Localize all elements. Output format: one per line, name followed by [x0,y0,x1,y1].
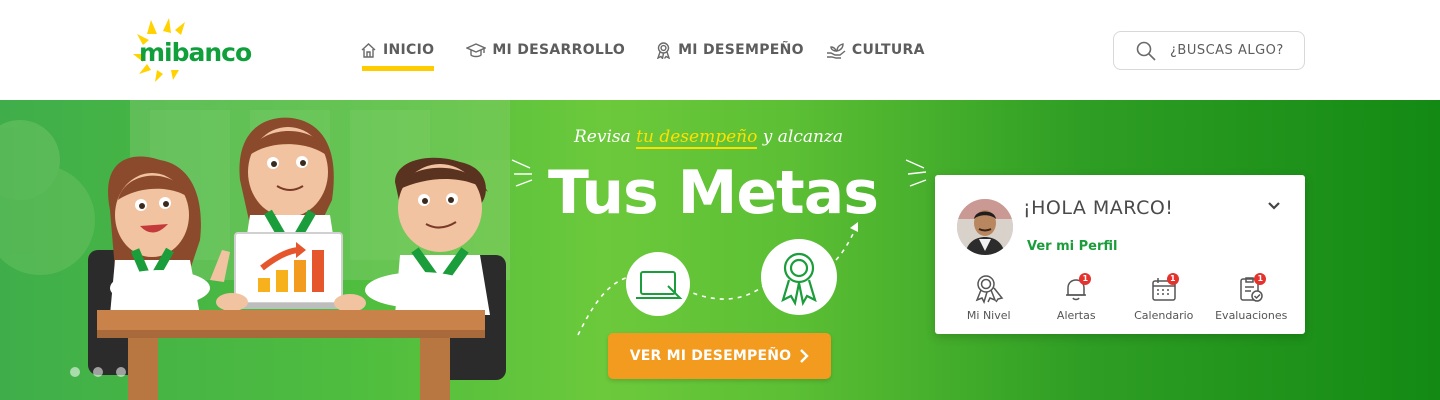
notification-badge: 1 [1254,273,1267,285]
hero-title: Tus Metas [548,158,879,228]
tagline-before: Revisa [574,127,637,147]
profile-card: ¡HOLA MARCO! Ver mi Perfil Mi Nivel 1 Al… [935,175,1305,334]
greeting-text: ¡HOLA MARCO! [1023,197,1174,219]
nav-item-mi-desarrollo[interactable]: MI DESARROLLO [466,38,625,62]
sparkle-lines-right [905,159,927,187]
nav-item-mi-desempeno[interactable]: MI DESEMPEÑO [655,38,804,62]
ver-mi-desempeno-button[interactable]: VER MI DESEMPEÑO [608,333,831,379]
nav-item-cultura[interactable]: CULTURA [826,38,925,62]
nav-label-inicio: INICIO [383,42,435,58]
ver-mi-perfil-link[interactable]: Ver mi Perfil [1027,239,1117,254]
quick-link-label: Evaluaciones [1215,309,1288,322]
chevron-right-icon [800,349,809,363]
nav-label-cultura: CULTURA [851,42,925,58]
hand-plant-icon [826,43,846,59]
quick-link-label: Mi Nivel [966,309,1011,322]
quick-link-alertas[interactable]: 1 Alertas [1033,273,1121,322]
cta-label: VER MI DESEMPEÑO [629,348,792,364]
avatar[interactable] [957,199,1013,255]
main-nav: INICIO MI DESARROLLO MI DESEMPEÑO CULTUR… [360,38,957,71]
slider-dots [70,367,139,377]
search-placeholder: ¿BUSCAS ALGO? [1170,43,1284,58]
laptop-badge-circle [626,252,690,316]
hero-banner: Revisa tu desempeño y alcanza Tus Metas … [0,100,1440,400]
slider-dot[interactable] [116,367,126,377]
nav-label-mi-desarrollo: MI DESARROLLO [492,42,626,58]
top-header: mibanco INICIO MI DESARROLLO MI DESEMPEÑ… [0,0,1440,100]
hero-tagline: Revisa tu desempeño y alcanza [574,127,844,149]
sparkle-lines-left [511,159,533,187]
search-box[interactable]: ¿BUSCAS ALGO? [1113,31,1305,70]
notification-badge: 1 [1166,273,1179,285]
quick-link-label: Alertas [1056,309,1096,322]
quick-link-mi-nivel[interactable]: Mi Nivel [945,273,1033,322]
slider-dot[interactable] [93,367,103,377]
award-ribbon-icon [656,42,671,59]
tagline-after: y alcanza [757,127,844,147]
notification-badge: 1 [1079,273,1092,285]
chevron-down-icon[interactable] [1267,201,1281,211]
quick-link-evaluaciones[interactable]: 1 Evaluaciones [1208,273,1296,322]
search-icon [1136,41,1156,61]
quick-links: Mi Nivel 1 Alertas 1 Calendario 1 Evalua… [945,273,1295,322]
quick-link-label: Calendario [1134,309,1194,322]
quick-link-calendario[interactable]: 1 Calendario [1120,273,1208,322]
nav-label-mi-desempeno: MI DESEMPEÑO [678,42,804,58]
tagline-highlight: tu desempeño [636,127,758,149]
slider-dot[interactable] [70,367,80,377]
graduation-cap-icon [466,42,487,57]
medal-icon [972,273,1006,305]
user-photo [957,199,1013,255]
nav-item-inicio[interactable]: INICIO [360,38,435,71]
table-illustration [97,310,485,400]
logo-text: mibanco [139,38,252,67]
home-icon [361,42,376,58]
